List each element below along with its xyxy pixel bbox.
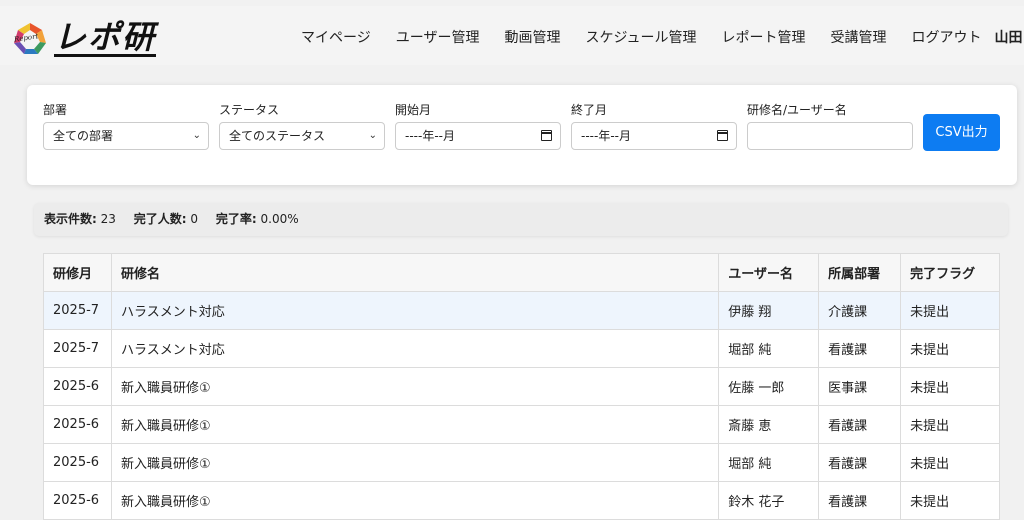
nav-user-management[interactable]: ユーザー管理 <box>396 27 480 47</box>
table-row[interactable]: 2025-6 新入職員研修① 堀部 純 看護課 未提出 <box>44 444 1000 482</box>
cell-user-name: 鈴木 花子 <box>719 482 819 520</box>
logo-mark-icon: Report <box>12 21 48 57</box>
cell-month: 2025-6 <box>44 368 112 406</box>
cell-department: 医事課 <box>819 368 901 406</box>
nav-mypage[interactable]: マイページ <box>301 27 371 47</box>
col-header-month[interactable]: 研修月 <box>44 254 112 292</box>
cell-department: 看護課 <box>819 330 901 368</box>
cell-training-name: ハラスメント対応 <box>111 330 718 368</box>
training-table: 研修月 研修名 ユーザー名 所属部署 完了フラグ 2025-7 ハラスメント対応… <box>43 253 1000 520</box>
table-row[interactable]: 2025-7 ハラスメント対応 堀部 純 看護課 未提出 <box>44 330 1000 368</box>
cell-training-name: 新入職員研修① <box>111 482 718 520</box>
main-nav: マイページ ユーザー管理 動画管理 スケジュール管理 レポート管理 受講管理 ロ… <box>301 27 1024 47</box>
cell-month: 2025-7 <box>44 292 112 330</box>
user-name: 山田 太郎 <box>995 27 1024 47</box>
nav-report-management[interactable]: レポート管理 <box>722 27 806 47</box>
cell-training-name: ハラスメント対応 <box>111 292 718 330</box>
cell-completion: 未提出 <box>901 444 1000 482</box>
col-header-user-name[interactable]: ユーザー名 <box>719 254 819 292</box>
logo[interactable]: Report レポ研 <box>12 20 156 57</box>
cell-department: 看護課 <box>819 482 901 520</box>
chevron-down-icon: ⌄ <box>369 123 377 149</box>
cell-month: 2025-6 <box>44 444 112 482</box>
cell-training-name: 新入職員研修① <box>111 406 718 444</box>
department-filter: 部署 全ての部署 ⌄ <box>43 101 67 117</box>
cell-department: 看護課 <box>819 406 901 444</box>
cell-user-name: 斎藤 恵 <box>719 406 819 444</box>
filter-card: 部署 全ての部署 ⌄ ステータス 全てのステータス ⌄ 開始月 ----年--月… <box>27 85 1017 185</box>
table-row[interactable]: 2025-6 新入職員研修① 鈴木 花子 看護課 未提出 <box>44 482 1000 520</box>
nav-schedule-management[interactable]: スケジュール管理 <box>585 27 696 47</box>
end-month-filter: 終了月 ----年--月 <box>571 101 607 117</box>
table-row[interactable]: 2025-6 新入職員研修① 佐藤 一郎 医事課 未提出 <box>44 368 1000 406</box>
start-month-input[interactable]: ----年--月 <box>395 122 561 150</box>
status-filter: ステータス 全てのステータス ⌄ <box>219 101 279 117</box>
col-header-training-name[interactable]: 研修名 <box>111 254 718 292</box>
count-value: 23 <box>101 212 116 226</box>
done-label: 完了人数: <box>134 212 187 226</box>
rate-label: 完了率: <box>216 212 257 226</box>
col-header-completion[interactable]: 完了フラグ <box>901 254 1000 292</box>
logo-text: レポ研 <box>54 20 156 57</box>
department-label: 部署 <box>43 101 67 117</box>
department-select-value: 全ての部署 <box>53 129 113 143</box>
cell-training-name: 新入職員研修① <box>111 368 718 406</box>
start-month-filter: 開始月 ----年--月 <box>395 101 431 117</box>
start-month-value: ----年--月 <box>405 129 455 143</box>
done-value: 0 <box>190 212 198 226</box>
cell-completion: 未提出 <box>901 368 1000 406</box>
col-header-department[interactable]: 所属部署 <box>819 254 901 292</box>
cell-completion: 未提出 <box>901 330 1000 368</box>
app-header: Report レポ研 マイページ ユーザー管理 動画管理 スケジュール管理 レポ… <box>0 6 1024 65</box>
search-input[interactable] <box>747 122 913 150</box>
nav-video-management[interactable]: 動画管理 <box>504 27 560 47</box>
cell-completion: 未提出 <box>901 406 1000 444</box>
cell-user-name: 堀部 純 <box>719 330 819 368</box>
cell-department: 介護課 <box>819 292 901 330</box>
cell-completion: 未提出 <box>901 292 1000 330</box>
search-filter: 研修名/ユーザー名 <box>747 101 847 117</box>
cell-month: 2025-7 <box>44 330 112 368</box>
end-month-value: ----年--月 <box>581 129 631 143</box>
csv-export-button[interactable]: CSV出力 <box>923 114 1000 151</box>
start-month-label: 開始月 <box>395 101 431 117</box>
end-month-label: 終了月 <box>571 101 607 117</box>
cell-user-name: 佐藤 一郎 <box>719 368 819 406</box>
status-select-value: 全てのステータス <box>229 129 325 143</box>
search-label: 研修名/ユーザー名 <box>747 101 847 117</box>
nav-logout[interactable]: ログアウト <box>912 27 982 47</box>
cell-month: 2025-6 <box>44 482 112 520</box>
cell-training-name: 新入職員研修① <box>111 444 718 482</box>
table-row[interactable]: 2025-6 新入職員研修① 斎藤 恵 看護課 未提出 <box>44 406 1000 444</box>
end-month-input[interactable]: ----年--月 <box>571 122 737 150</box>
rate-value: 0.00% <box>261 212 299 226</box>
cell-department: 看護課 <box>819 444 901 482</box>
table-row[interactable]: 2025-7 ハラスメント対応 伊藤 翔 介護課 未提出 <box>44 292 1000 330</box>
calendar-icon[interactable] <box>541 130 552 141</box>
status-select[interactable]: 全てのステータス ⌄ <box>219 122 385 150</box>
cell-user-name: 伊藤 翔 <box>719 292 819 330</box>
cell-completion: 未提出 <box>901 482 1000 520</box>
cell-user-name: 堀部 純 <box>719 444 819 482</box>
summary-bar: 表示件数: 23 完了人数: 0 完了率: 0.00% <box>34 203 1008 236</box>
chevron-down-icon: ⌄ <box>193 123 201 149</box>
calendar-icon[interactable] <box>717 130 728 141</box>
count-label: 表示件数: <box>44 212 97 226</box>
department-select[interactable]: 全ての部署 ⌄ <box>43 122 209 150</box>
table-header-row: 研修月 研修名 ユーザー名 所属部署 完了フラグ <box>44 254 1000 292</box>
nav-attendance-management[interactable]: 受講管理 <box>831 27 887 47</box>
status-label: ステータス <box>219 101 279 117</box>
cell-month: 2025-6 <box>44 406 112 444</box>
